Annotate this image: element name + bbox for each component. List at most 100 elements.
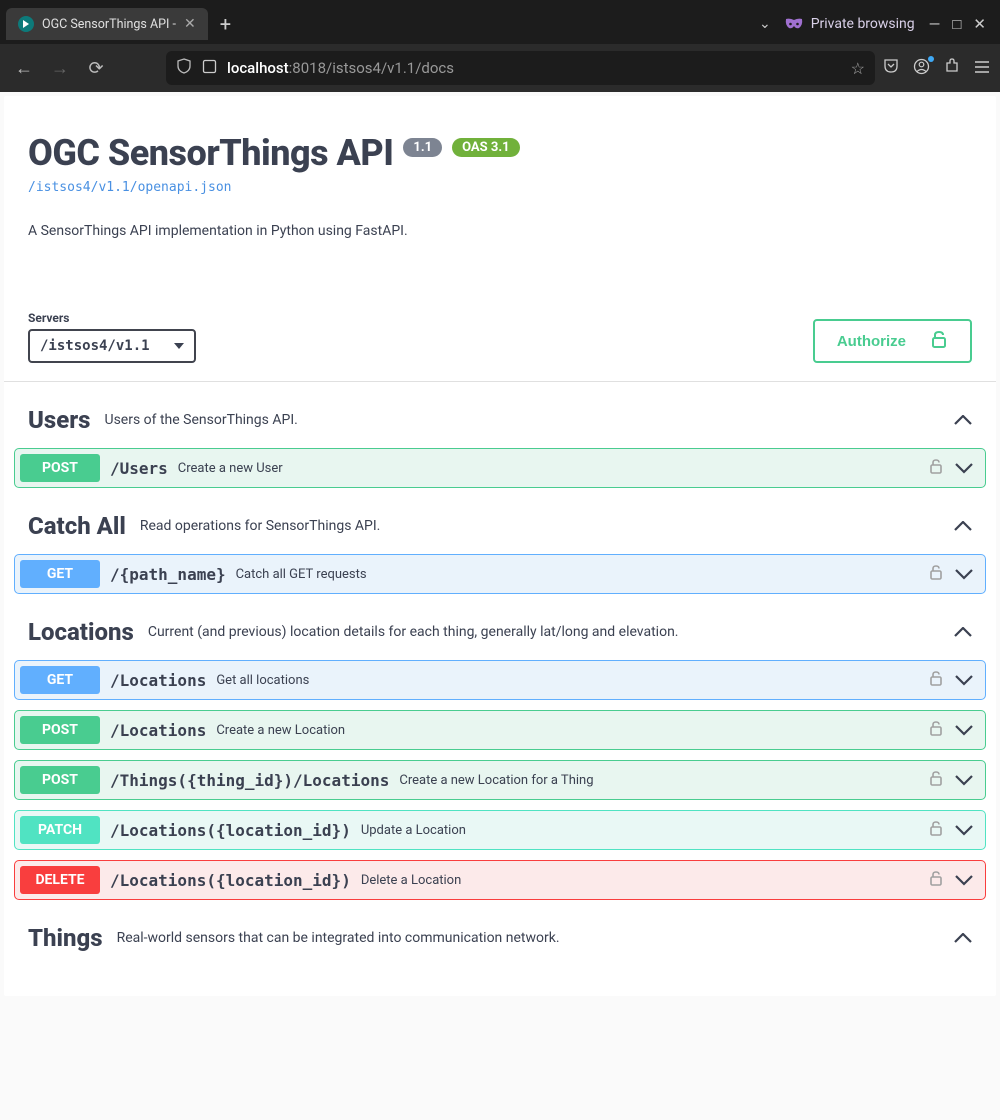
nav-bar: ← → ⟳ localhost:8018/istsos4/v1.1/docs ☆ bbox=[0, 44, 1000, 92]
tag-description: Real-world sensors that can be integrate… bbox=[117, 930, 560, 946]
bookmark-star-icon[interactable]: ☆ bbox=[851, 59, 865, 78]
http-method-badge: DELETE bbox=[20, 866, 100, 894]
lock-icon[interactable] bbox=[929, 870, 943, 890]
server-select[interactable]: /istsos4/v1.1 bbox=[28, 329, 196, 363]
operation-row[interactable]: GET /{path_name} Catch all GET requests bbox=[14, 554, 986, 594]
chevron-down-icon bbox=[955, 565, 973, 584]
servers-label: Servers bbox=[28, 311, 196, 325]
close-icon[interactable]: ✕ bbox=[184, 17, 196, 31]
operation-row[interactable]: DELETE /Locations({location_id}) Delete … bbox=[14, 860, 986, 900]
forward-button: → bbox=[46, 54, 74, 82]
http-method-badge: PATCH bbox=[20, 816, 100, 844]
tag-description: Users of the SensorThings API. bbox=[104, 412, 297, 428]
lock-icon[interactable] bbox=[929, 564, 943, 584]
tabs-dropdown-icon[interactable]: ⌄ bbox=[759, 16, 771, 32]
url-text: localhost:8018/istsos4/v1.1/docs bbox=[227, 59, 454, 77]
tag-block: Locations Current (and previous) locatio… bbox=[4, 604, 996, 900]
api-header: OGC SensorThings API 1.1 OAS 3.1 /istsos… bbox=[4, 96, 996, 251]
window-controls: — □ ✕ bbox=[929, 15, 986, 33]
tag-name: Catch All bbox=[28, 512, 126, 540]
account-icon[interactable] bbox=[913, 58, 930, 79]
chevron-down-icon bbox=[955, 771, 973, 790]
operation-path: /Locations bbox=[110, 721, 206, 740]
operation-path: /Locations({location_id}) bbox=[110, 871, 351, 890]
tag-description: Read operations for SensorThings API. bbox=[140, 518, 381, 534]
reload-button[interactable]: ⟳ bbox=[82, 54, 110, 82]
operation-path: /{path_name} bbox=[110, 565, 226, 584]
private-browsing-label: Private browsing bbox=[785, 15, 915, 34]
openapi-link[interactable]: /istsos4/v1.1/openapi.json bbox=[28, 180, 232, 195]
http-method-badge: POST bbox=[20, 716, 100, 744]
close-window-icon[interactable]: ✕ bbox=[973, 15, 986, 33]
chevron-up-icon bbox=[954, 411, 972, 430]
lock-icon[interactable] bbox=[929, 820, 943, 840]
tab-title: OGC SensorThings API - bbox=[42, 17, 176, 32]
chevron-down-icon bbox=[955, 671, 973, 690]
chevron-up-icon bbox=[954, 929, 972, 948]
operation-row[interactable]: GET /Locations Get all locations bbox=[14, 660, 986, 700]
minimize-icon[interactable]: — bbox=[929, 15, 941, 33]
maximize-icon[interactable]: □ bbox=[952, 15, 961, 33]
tag-header[interactable]: Users Users of the SensorThings API. bbox=[14, 392, 986, 448]
browser-chrome: OGC SensorThings API - ✕ + ⌄ Private bro… bbox=[0, 0, 1000, 92]
http-method-badge: GET bbox=[20, 666, 100, 694]
tag-header[interactable]: Locations Current (and previous) locatio… bbox=[14, 604, 986, 660]
http-method-badge: POST bbox=[20, 454, 100, 482]
operation-row[interactable]: PATCH /Locations({location_id}) Update a… bbox=[14, 810, 986, 850]
operation-path: /Things({thing_id})/Locations bbox=[110, 771, 389, 790]
chevron-down-icon bbox=[955, 459, 973, 478]
operation-path: /Locations bbox=[110, 671, 206, 690]
operation-summary: Create a new Location for a Thing bbox=[399, 773, 593, 788]
tab-bar: OGC SensorThings API - ✕ + ⌄ Private bro… bbox=[0, 0, 1000, 44]
api-description: A SensorThings API implementation in Pyt… bbox=[28, 223, 972, 239]
shield-icon[interactable] bbox=[176, 58, 192, 78]
chevron-up-icon bbox=[954, 517, 972, 536]
lock-icon[interactable] bbox=[929, 720, 943, 740]
browser-tab[interactable]: OGC SensorThings API - ✕ bbox=[6, 8, 208, 40]
page: OGC SensorThings API 1.1 OAS 3.1 /istsos… bbox=[0, 92, 1000, 1120]
operation-row[interactable]: POST /Locations Create a new Location bbox=[14, 710, 986, 750]
operation-row[interactable]: POST /Things({thing_id})/Locations Creat… bbox=[14, 760, 986, 800]
page-info-icon[interactable] bbox=[202, 59, 217, 78]
extensions-icon[interactable] bbox=[944, 58, 960, 78]
mask-icon bbox=[785, 15, 803, 34]
url-bar[interactable]: localhost:8018/istsos4/v1.1/docs ☆ bbox=[166, 51, 875, 85]
tag-name: Users bbox=[28, 406, 90, 434]
tab-favicon bbox=[18, 16, 34, 32]
operation-summary: Create a new User bbox=[178, 461, 283, 476]
api-title: OGC SensorThings API bbox=[28, 132, 393, 174]
tag-block: Things Real-world sensors that can be in… bbox=[4, 910, 996, 966]
chevron-down-icon bbox=[955, 871, 973, 890]
operation-summary: Update a Location bbox=[361, 823, 466, 838]
operation-summary: Create a new Location bbox=[216, 723, 345, 738]
operation-path: /Locations({location_id}) bbox=[110, 821, 351, 840]
tag-header[interactable]: Catch All Read operations for SensorThin… bbox=[14, 498, 986, 554]
chevron-up-icon bbox=[954, 623, 972, 642]
http-method-badge: GET bbox=[20, 560, 100, 588]
lock-icon[interactable] bbox=[929, 670, 943, 690]
back-button[interactable]: ← bbox=[10, 54, 38, 82]
authorize-button[interactable]: Authorize bbox=[813, 319, 972, 363]
chevron-down-icon bbox=[955, 721, 973, 740]
http-method-badge: POST bbox=[20, 766, 100, 794]
operation-summary: Catch all GET requests bbox=[236, 567, 367, 582]
tag-block: Catch All Read operations for SensorThin… bbox=[4, 498, 996, 594]
tag-header[interactable]: Things Real-world sensors that can be in… bbox=[14, 910, 986, 966]
tag-name: Locations bbox=[28, 618, 134, 646]
pocket-icon[interactable] bbox=[883, 58, 899, 78]
tags-container: Users Users of the SensorThings API. POS… bbox=[4, 382, 996, 996]
operation-summary: Get all locations bbox=[216, 673, 309, 688]
operation-path: /Users bbox=[110, 459, 168, 478]
tag-description: Current (and previous) location details … bbox=[148, 624, 679, 640]
lock-icon[interactable] bbox=[929, 458, 943, 478]
version-badge: 1.1 bbox=[403, 138, 442, 157]
operation-row[interactable]: POST /Users Create a new User bbox=[14, 448, 986, 488]
unlock-icon bbox=[930, 330, 948, 352]
menu-icon[interactable] bbox=[974, 59, 990, 78]
chevron-down-icon bbox=[955, 821, 973, 840]
oas-badge: OAS 3.1 bbox=[452, 138, 520, 157]
new-tab-button[interactable]: + bbox=[208, 6, 243, 42]
tag-name: Things bbox=[28, 924, 103, 952]
operation-summary: Delete a Location bbox=[361, 873, 461, 888]
lock-icon[interactable] bbox=[929, 770, 943, 790]
